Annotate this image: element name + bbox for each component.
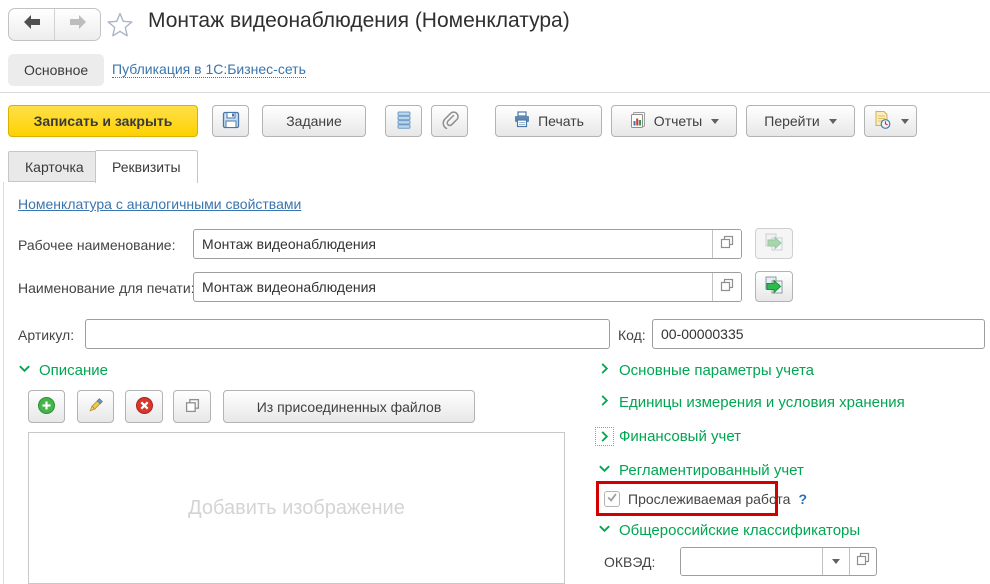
okved-input[interactable] <box>681 548 822 575</box>
print-button-label: Печать <box>538 113 584 129</box>
open-icon <box>720 278 734 297</box>
print-button[interactable]: Печать <box>495 105 602 137</box>
delete-image-button[interactable] <box>125 390 163 423</box>
save-button[interactable] <box>212 105 249 137</box>
back-button[interactable] <box>9 9 54 40</box>
section-main-params[interactable]: Основные параметры учета <box>598 362 814 379</box>
add-image-button[interactable] <box>28 390 65 423</box>
forward-arrow-icon <box>68 14 88 35</box>
working-name-translate-button[interactable] <box>755 228 793 259</box>
document-history-icon <box>872 110 892 133</box>
reports-button[interactable]: Отчеты <box>611 105 737 137</box>
open-icon <box>856 552 870 571</box>
structure-button[interactable] <box>385 105 422 137</box>
print-name-translate-button[interactable] <box>755 271 793 302</box>
chevron-down-icon <box>18 362 31 379</box>
open-icon <box>720 235 734 254</box>
section-regulated[interactable]: Регламентированный учет <box>598 462 804 479</box>
pencil-icon <box>86 396 105 418</box>
tab-card[interactable]: Карточка <box>8 151 101 182</box>
paperclip-icon <box>441 111 459 132</box>
traceable-checkbox[interactable] <box>604 491 620 507</box>
print-name-field-wrap <box>193 272 742 302</box>
section-units-label: Единицы измерения и условия хранения <box>619 394 905 411</box>
image-placeholder-text: Добавить изображение <box>188 497 405 520</box>
traceable-highlight-annotation: Прослеживаемая работа ? <box>596 481 778 516</box>
back-arrow-icon <box>22 14 42 35</box>
reports-dropdown-caret <box>711 119 719 124</box>
nomenclature-card-window: Монтаж видеонаблюдения (Номенклатура) Ос… <box>0 0 990 584</box>
printer-icon <box>513 111 531 131</box>
navigate-button-label: Перейти <box>764 113 819 129</box>
working-name-input[interactable] <box>194 230 712 258</box>
section-finance-label: Финансовый учет <box>619 428 741 445</box>
chevron-right-icon <box>598 394 611 411</box>
print-name-open-button[interactable] <box>712 273 741 301</box>
edit-image-button[interactable] <box>77 390 114 423</box>
from-attached-files-button[interactable]: Из присоединенных файлов <box>223 390 475 423</box>
tab-requisites[interactable]: Реквизиты <box>95 150 198 183</box>
okved-dropdown-button[interactable] <box>822 548 849 575</box>
panel-left-border <box>3 182 4 584</box>
traceable-checkbox-label: Прослеживаемая работа <box>628 491 790 507</box>
nav-section-main[interactable]: Основное <box>8 54 104 86</box>
plus-circle-icon <box>37 396 56 418</box>
traceable-help-link[interactable]: ? <box>798 491 807 507</box>
article-input[interactable] <box>86 320 609 348</box>
favorite-star-icon[interactable] <box>105 10 135 40</box>
okved-open-button[interactable] <box>849 548 876 575</box>
navigate-dropdown-caret <box>829 119 837 124</box>
article-label: Артикул: <box>18 327 74 343</box>
chevron-down-icon <box>598 522 611 539</box>
floppy-disk-icon <box>222 111 240 132</box>
report-chart-icon <box>629 111 647 132</box>
section-finance[interactable]: Финансовый учет <box>598 428 741 445</box>
section-description-label: Описание <box>39 362 108 379</box>
section-main-params-label: Основные параметры учета <box>619 362 814 379</box>
print-name-label: Наименование для печати: <box>18 280 195 296</box>
section-units[interactable]: Единицы измерения и условия хранения <box>598 394 905 411</box>
attachments-button[interactable] <box>431 105 468 137</box>
translate-arrow-icon <box>763 274 785 299</box>
header-separator <box>0 92 990 93</box>
print-name-input[interactable] <box>194 273 712 301</box>
reports-button-label: Отчеты <box>654 113 702 129</box>
working-name-open-button[interactable] <box>712 230 741 258</box>
checkmark-icon <box>606 490 618 508</box>
section-classifiers-label: Общероссийские классификаторы <box>619 522 860 539</box>
code-field-wrap <box>652 319 985 349</box>
chevron-down-icon <box>598 462 611 479</box>
working-name-field-wrap <box>193 229 742 259</box>
section-regulated-label: Регламентированный учет <box>619 462 804 479</box>
task-button[interactable]: Задание <box>262 105 366 137</box>
section-classifiers[interactable]: Общероссийские классификаторы <box>598 522 860 539</box>
history-nav-group <box>8 8 101 41</box>
delete-circle-icon <box>135 396 154 418</box>
change-history-button[interactable] <box>864 105 917 137</box>
working-name-label: Рабочее наименование: <box>18 237 175 253</box>
dropdown-caret-icon <box>832 559 840 564</box>
stack-icon <box>396 111 412 132</box>
history-dropdown-caret <box>901 119 909 124</box>
forward-button[interactable] <box>54 9 100 40</box>
page-title: Монтаж видеонаблюдения (Номенклатура) <box>148 9 570 33</box>
save-and-close-button[interactable]: Записать и закрыть <box>8 105 198 137</box>
okved-combo <box>680 547 877 576</box>
okved-label: ОКВЭД: <box>604 554 655 570</box>
copy-image-button[interactable] <box>173 390 211 423</box>
similar-items-link[interactable]: Номенклатура с аналогичными свойствами <box>18 196 301 212</box>
image-dropzone[interactable]: Добавить изображение <box>28 432 565 584</box>
code-input[interactable] <box>653 320 984 348</box>
article-field-wrap <box>85 319 610 349</box>
chevron-right-icon <box>598 362 611 379</box>
navigate-button[interactable]: Перейти <box>746 105 855 137</box>
publication-link[interactable]: Публикация в 1С:Бизнес-сеть <box>112 61 306 78</box>
copy-icon <box>185 398 200 416</box>
section-description[interactable]: Описание <box>18 362 108 379</box>
code-label: Код: <box>618 327 646 343</box>
chevron-right-icon <box>598 430 611 443</box>
translate-arrow-icon <box>763 231 785 256</box>
